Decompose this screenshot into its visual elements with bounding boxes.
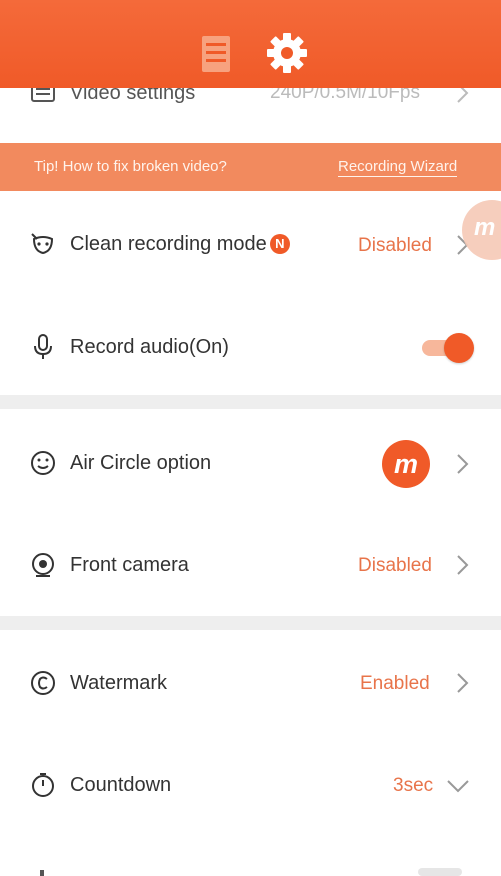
countdown-label: Countdown: [70, 774, 172, 796]
mask-icon: [31, 233, 54, 255]
microphone-icon: [34, 334, 52, 359]
section-divider: [0, 616, 501, 630]
clean-recording-mode-row[interactable]: Clean recording mode N Disabled: [0, 193, 501, 295]
countdown-row[interactable]: Countdown 3sec: [0, 734, 501, 838]
gear-icon[interactable]: [266, 32, 308, 74]
video-settings-value: 240P/0.5M/10Fps: [270, 88, 420, 103]
clean-recording-label: Clean recording mode: [70, 233, 267, 255]
broken-video-tip-link[interactable]: Tip! How to fix broken video?: [34, 158, 227, 175]
video-settings-row[interactable]: Video settings 240P/0.5M/10Fps: [0, 88, 501, 124]
partial-row-icon: [40, 870, 44, 876]
watermark-label: Watermark: [70, 672, 168, 694]
front-camera-row[interactable]: Front camera Disabled: [0, 514, 501, 616]
list-icon[interactable]: [200, 34, 232, 74]
logo-glyph: m: [393, 449, 418, 479]
timer-icon: [32, 773, 54, 797]
smiley-icon: [31, 451, 55, 475]
partial-row-toggle[interactable]: [418, 868, 462, 876]
mobizen-logo-icon: m: [382, 440, 430, 488]
clean-recording-value: Disabled: [358, 235, 432, 256]
air-circle-option-row[interactable]: Air Circle option m: [0, 409, 501, 514]
top-app-bar: [0, 0, 501, 88]
watermark-value: Enabled: [360, 673, 430, 694]
record-audio-label: Record audio(On): [70, 336, 229, 358]
copyright-icon: [31, 671, 55, 695]
video-settings-label: Video settings: [70, 88, 196, 104]
tip-banner: Tip! How to fix broken video? Recording …: [0, 143, 501, 191]
section-divider: [0, 395, 501, 409]
record-audio-row[interactable]: Record audio(On): [0, 295, 501, 395]
countdown-value: 3sec: [393, 775, 434, 796]
video-settings-icon: [31, 88, 55, 102]
front-camera-value: Disabled: [358, 555, 432, 576]
fab-logo-glyph: m: [474, 214, 496, 241]
front-camera-label: Front camera: [70, 554, 189, 576]
new-badge: N: [269, 234, 290, 254]
chevron-right-icon: [457, 555, 469, 575]
chevron-right-icon: [457, 454, 469, 474]
next-setting-row-partial[interactable]: [0, 838, 501, 876]
camera-icon: [32, 553, 54, 577]
recording-wizard-link[interactable]: Recording Wizard: [338, 158, 458, 177]
toggle-knob: [444, 333, 474, 363]
air-circle-label: Air Circle option: [70, 452, 212, 474]
watermark-row[interactable]: Watermark Enabled: [0, 630, 501, 734]
record-audio-toggle[interactable]: [422, 332, 474, 363]
chevron-right-icon: [457, 673, 469, 693]
chevron-down-icon[interactable]: [446, 778, 470, 794]
chevron-right-icon: [457, 88, 469, 103]
